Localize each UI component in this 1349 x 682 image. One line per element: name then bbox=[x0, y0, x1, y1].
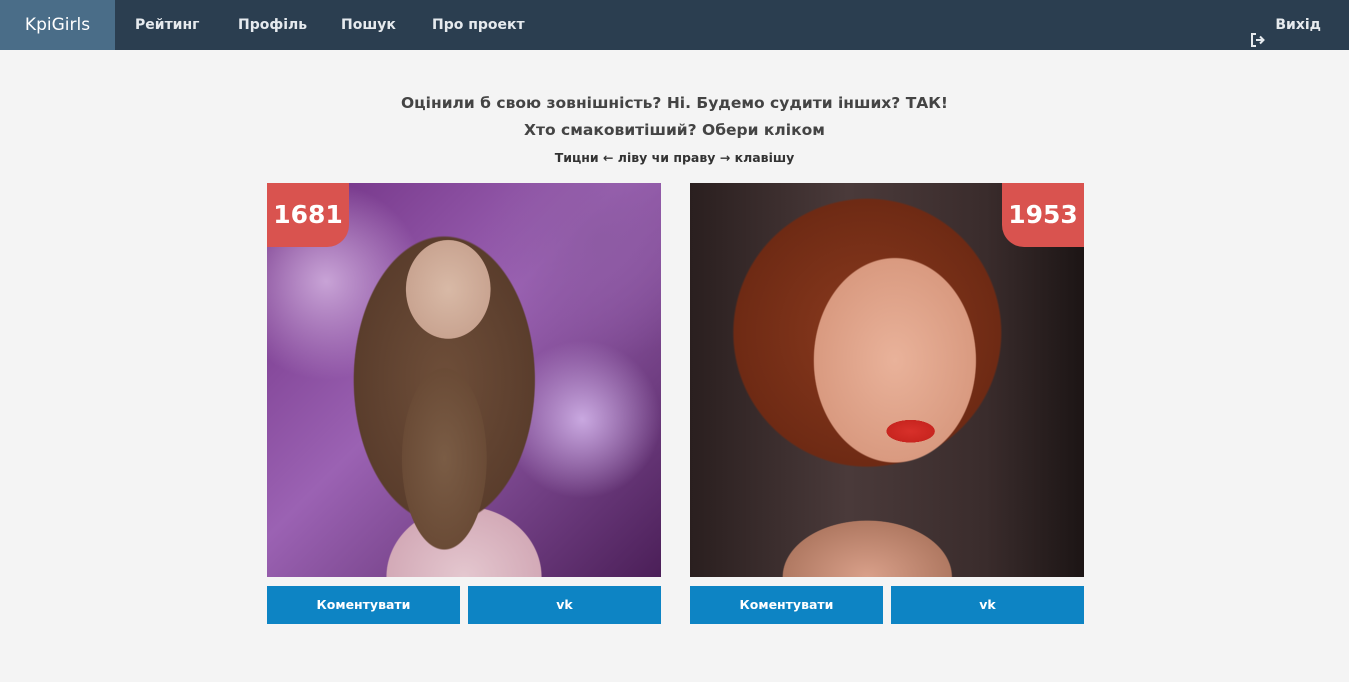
intro-question: Оцінили б свою зовнішність? Ні. Будемо с… bbox=[401, 94, 948, 112]
nav-rating[interactable]: Рейтинг bbox=[135, 0, 199, 50]
vk-button-right[interactable]: vk bbox=[891, 586, 1084, 624]
keyboard-hint: Тицни ← ліву чи праву → клавішу bbox=[554, 150, 795, 165]
logout-label: Вихід bbox=[1275, 17, 1321, 33]
card-actions-right: Коментувати vk bbox=[690, 586, 1084, 624]
intro-text: Оцінили б свою зовнішність? Ні. Будемо с… bbox=[0, 90, 1349, 165]
score-badge-left: 1681 bbox=[267, 183, 349, 247]
logout-link[interactable]: Вихід bbox=[1251, 0, 1321, 50]
candidate-photo-left[interactable]: 1681 bbox=[267, 183, 661, 577]
card-actions-left: Коментувати vk bbox=[267, 586, 661, 624]
brand-logo-link[interactable]: KpiGirls bbox=[0, 0, 115, 50]
candidate-card-left: 1681 Коментувати vk bbox=[267, 183, 661, 624]
score-badge-right: 1953 bbox=[1002, 183, 1084, 247]
nav-profile[interactable]: Профіль bbox=[238, 0, 307, 50]
nav-about-project[interactable]: Про проект bbox=[432, 0, 525, 50]
candidate-card-right: 1953 Коментувати vk bbox=[690, 183, 1084, 624]
candidate-photo-right[interactable]: 1953 bbox=[690, 183, 1084, 577]
top-navbar: KpiGirls Рейтинг Профіль Пошук Про проек… bbox=[0, 0, 1349, 50]
nav-search[interactable]: Пошук bbox=[341, 0, 396, 50]
sign-out-icon bbox=[1251, 18, 1266, 47]
comment-button-left[interactable]: Коментувати bbox=[267, 586, 460, 624]
comment-button-right[interactable]: Коментувати bbox=[690, 586, 883, 624]
vk-button-left[interactable]: vk bbox=[468, 586, 661, 624]
intro-prompt: Хто смаковитіший? Обери кліком bbox=[524, 121, 825, 139]
